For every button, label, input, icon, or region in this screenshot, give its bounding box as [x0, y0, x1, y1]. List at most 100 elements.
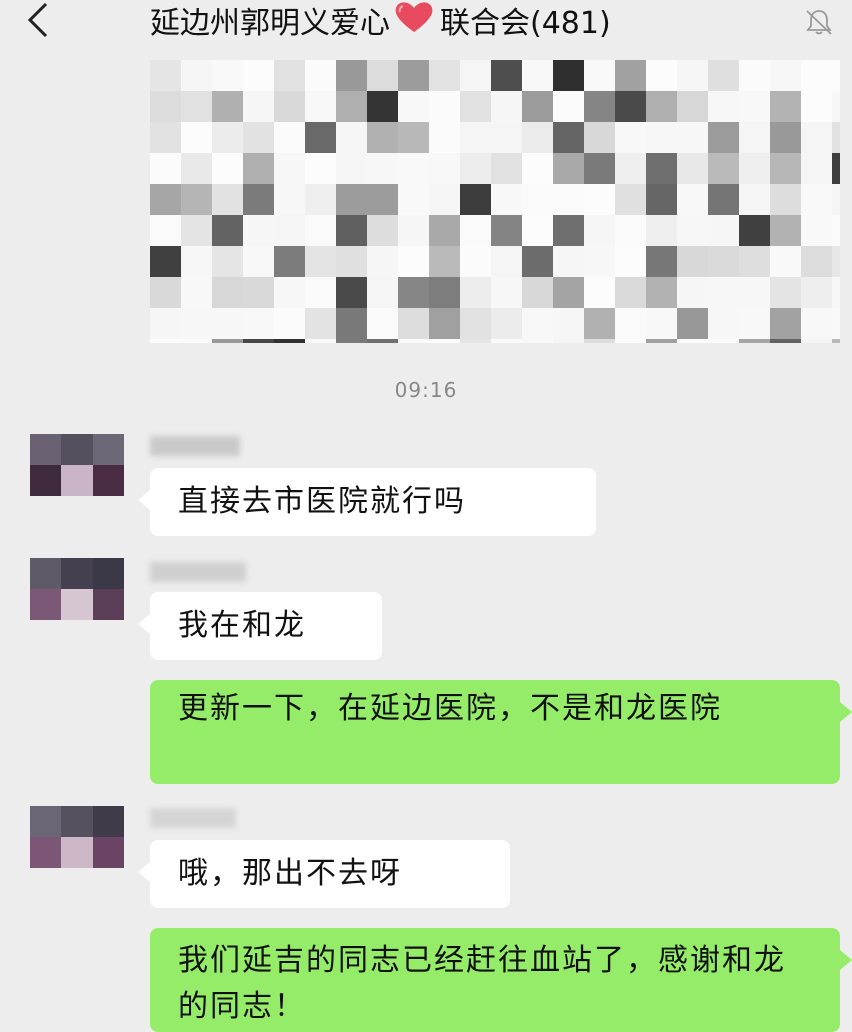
pixel-block — [305, 339, 336, 343]
pixel-block — [615, 91, 646, 122]
avatar[interactable] — [30, 558, 124, 620]
pixel-block — [739, 122, 770, 153]
pixel-block — [150, 91, 181, 122]
pixel-block — [274, 339, 305, 343]
pixel-block — [305, 122, 336, 153]
pixel-block — [367, 215, 398, 246]
pixel-block — [367, 246, 398, 277]
pixel-block — [832, 308, 840, 339]
pixel-block — [398, 184, 429, 215]
pixel-block — [243, 339, 274, 343]
pixel-block — [305, 308, 336, 339]
pixel-block — [801, 184, 832, 215]
pixel-block — [832, 339, 840, 343]
pixel-block — [708, 122, 739, 153]
pixel-block — [398, 122, 429, 153]
pixel-block — [150, 215, 181, 246]
pixel-block — [522, 215, 553, 246]
pixel-block — [460, 339, 491, 343]
message-bubble-outgoing[interactable]: 更新一下，在延边医院，不是和龙医院 — [150, 680, 852, 784]
pixel-block — [770, 246, 801, 277]
pixel-block — [181, 215, 212, 246]
pixel-block — [522, 91, 553, 122]
avatar[interactable] — [30, 434, 124, 496]
pixel-block — [615, 153, 646, 184]
pixel-block — [584, 277, 615, 308]
pixel-block — [398, 339, 429, 343]
pixel-block — [243, 215, 274, 246]
pixel-block — [398, 60, 429, 91]
pixel-block — [491, 308, 522, 339]
pixel-block — [615, 60, 646, 91]
pixel-block — [429, 184, 460, 215]
pixel-block — [181, 153, 212, 184]
pixel-block — [708, 246, 739, 277]
pixel-block — [181, 60, 212, 91]
pixel-block — [522, 122, 553, 153]
pixel-block — [646, 308, 677, 339]
pixel-block — [646, 60, 677, 91]
pixel-block — [212, 122, 243, 153]
pixel-block — [305, 277, 336, 308]
pixel-block — [367, 153, 398, 184]
pixel-block — [398, 308, 429, 339]
pixelated-image-message[interactable] — [150, 60, 840, 343]
pixel-block — [708, 308, 739, 339]
message-text: 更新一下，在延边医院，不是和龙医院 — [178, 691, 722, 726]
sender-name-blurred — [150, 436, 240, 456]
pixel-block — [522, 60, 553, 91]
chat-title-suffix: 联合会(481) — [440, 6, 611, 41]
pixel-block — [305, 184, 336, 215]
message-bubble-incoming[interactable]: 我在和龙 — [138, 592, 382, 660]
message-text: 直接去市医院就行吗 — [178, 484, 466, 519]
pixel-block — [274, 308, 305, 339]
chevron-left-icon — [27, 2, 48, 38]
pixel-block — [615, 339, 646, 343]
pixel-block — [646, 184, 677, 215]
pixel-block — [801, 308, 832, 339]
pixel-block — [336, 277, 367, 308]
pixel-block — [801, 153, 832, 184]
pixel-block — [243, 246, 274, 277]
pixel-block — [770, 122, 801, 153]
pixel-block — [708, 339, 739, 343]
pixel-block — [460, 308, 491, 339]
pixel-block — [832, 277, 840, 308]
pixel-block — [181, 91, 212, 122]
pixel-block — [522, 153, 553, 184]
pixel-block — [398, 215, 429, 246]
pixel-block — [305, 215, 336, 246]
pixel-block — [429, 91, 460, 122]
pixel-block — [274, 122, 305, 153]
pixel-block — [770, 91, 801, 122]
pixel-block — [336, 153, 367, 184]
message-text: 我在和龙 — [178, 608, 306, 643]
pixel-block — [398, 277, 429, 308]
message-bubble-incoming[interactable]: 直接去市医院就行吗 — [138, 468, 596, 536]
pixel-block — [460, 122, 491, 153]
avatar[interactable] — [30, 806, 124, 868]
pixel-block — [429, 215, 460, 246]
pixel-block — [646, 91, 677, 122]
message-bubble-incoming[interactable]: 哦，那出不去呀 — [138, 840, 510, 908]
pixel-block — [739, 184, 770, 215]
pixel-block — [646, 122, 677, 153]
pixel-block — [460, 91, 491, 122]
pixel-block — [584, 153, 615, 184]
pixel-block — [491, 277, 522, 308]
pixel-block — [553, 308, 584, 339]
pixel-block — [491, 60, 522, 91]
pixel-block — [677, 246, 708, 277]
message-bubble-outgoing[interactable]: 我们延吉的同志已经赶往血站了，感谢和龙的同志！ — [150, 928, 852, 1032]
pixel-block — [708, 60, 739, 91]
pixel-block — [770, 308, 801, 339]
pixel-block — [274, 246, 305, 277]
pixel-block — [429, 339, 460, 343]
pixel-block — [398, 246, 429, 277]
pixel-block — [677, 60, 708, 91]
pixel-block — [553, 339, 584, 343]
back-button[interactable] — [22, 0, 66, 40]
pixel-block — [739, 153, 770, 184]
pixel-block — [832, 184, 840, 215]
pixel-block — [801, 277, 832, 308]
